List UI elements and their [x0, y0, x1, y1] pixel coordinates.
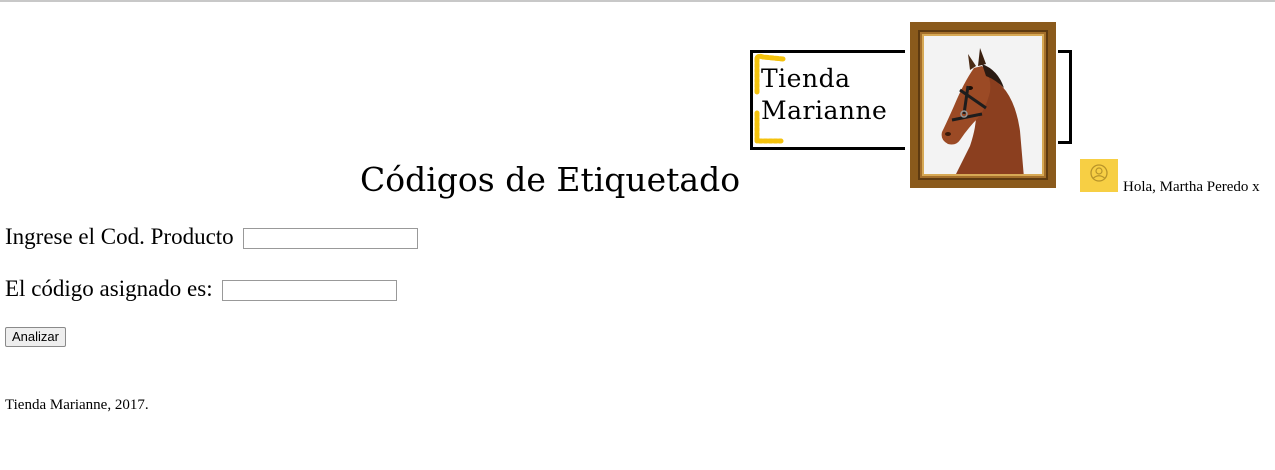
product-row: Ingrese el Cod. Producto: [5, 224, 419, 250]
user-greeting[interactable]: Hola, Martha Peredo x: [1123, 179, 1260, 196]
assigned-code-label: El código asignado es:: [5, 276, 213, 301]
store-logo: Tienda Marianne: [750, 50, 905, 150]
horse-image: [922, 34, 1044, 176]
top-border: [0, 0, 1275, 2]
product-label: Ingrese el Cod. Producto: [5, 224, 234, 249]
avatar[interactable]: [1080, 159, 1118, 192]
logo-text: Tienda Marianne: [761, 63, 887, 127]
horse-portrait-icon: [924, 36, 1042, 174]
user-circle-icon: [1090, 164, 1108, 182]
page-title: Códigos de Etiquetado: [360, 160, 741, 199]
footer-text: Tienda Marianne, 2017.: [5, 397, 149, 413]
product-code-input[interactable]: [243, 228, 419, 250]
logo-right-bracket: [1058, 50, 1072, 144]
analyze-button[interactable]: Analizar: [5, 327, 66, 347]
assigned-code-row: El código asignado es:: [5, 276, 398, 302]
horse-picture-frame: [910, 22, 1056, 188]
logo-line-1: Tienda: [761, 64, 851, 93]
logo-line-2: Marianne: [761, 96, 888, 125]
assigned-code-input[interactable]: [222, 280, 398, 302]
